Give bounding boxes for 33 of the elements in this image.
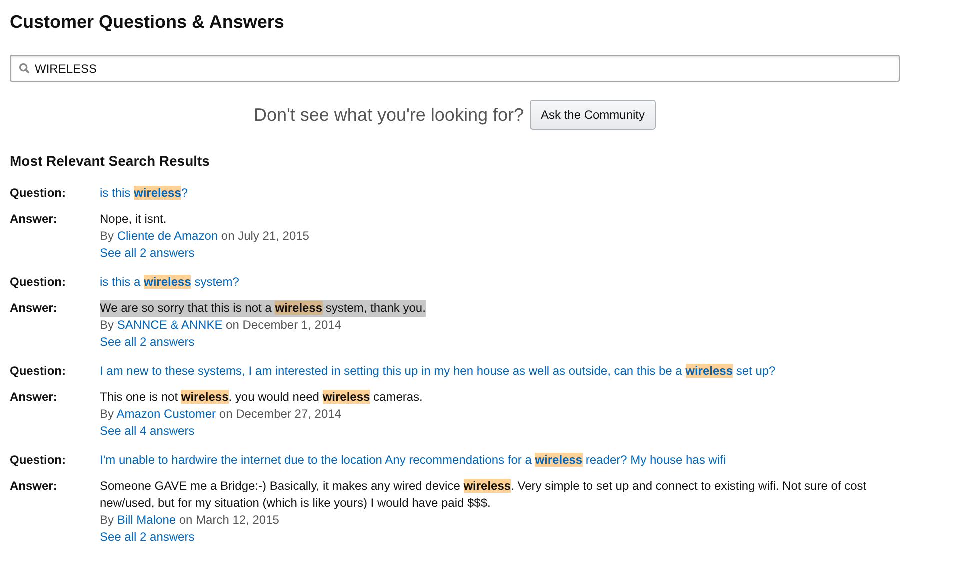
question-link[interactable]: is this a wireless system?	[100, 274, 240, 289]
author-link[interactable]: Bill Malone	[117, 512, 176, 527]
answer-label: Answer:	[10, 300, 58, 315]
search-field[interactable]: WIRELESS	[10, 55, 900, 82]
see-all-answers-link[interactable]: See all 2 answers	[100, 530, 195, 544]
question-link[interactable]: I am new to these systems, I am interested in setting this up in my hen house as well as outside, can this be a wireless set up?	[100, 364, 776, 378]
answer-label: Answer:	[10, 212, 58, 226]
answer-text: Nope, it isnt.	[100, 210, 167, 228]
byline: By SANNCE & ANNKE on December 1, 2014	[100, 318, 342, 332]
byline: By Bill Malone on March 12, 2015	[100, 512, 280, 527]
answer-text: This one is not wireless. you would need wireless cameras.	[100, 388, 423, 406]
answer-label: Answer:	[10, 390, 58, 404]
see-all-answers-link[interactable]: See all 2 answers	[100, 246, 195, 260]
question-link[interactable]: I'm unable to hardwire the internet due to the location Any recommendations for a wireless reader? My house has wifi	[100, 452, 726, 467]
answer-label: Answer:	[10, 478, 58, 493]
search-icon	[19, 63, 30, 74]
ask-community-button[interactable]: Ask the Community	[530, 100, 656, 130]
results-heading: Most Relevant Search Results	[10, 153, 211, 170]
author-link[interactable]: Cliente de Amazon	[117, 228, 218, 243]
page-title: Customer Questions & Answers	[10, 11, 286, 34]
question-label: Question:	[10, 274, 66, 289]
byline: By Amazon Customer on December 27, 2014	[100, 406, 342, 421]
author-link[interactable]: SANNCE & ANNKE	[117, 318, 223, 332]
question-label: Question:	[10, 364, 66, 378]
see-all-answers-link[interactable]: See all 2 answers	[100, 334, 195, 349]
question-label: Question:	[10, 186, 66, 200]
see-all-answers-link[interactable]: See all 4 answers	[100, 424, 195, 438]
byline: By Cliente de Amazon on July 21, 2015	[100, 228, 310, 243]
answer-text: We are so sorry that this is not a wireless system, thank you.	[100, 300, 426, 317]
question-label: Question:	[10, 452, 66, 467]
answer-text: Someone GAVE me a Bridge:-) Basically, it makes any wired device wireless. Very simple to set up and connect to existing wifi. Not sure of cost new/used, but for my situation (which is like yours) I would have paid $$$.	[100, 478, 868, 512]
author-link[interactable]: Amazon Customer	[116, 406, 216, 421]
prompt-text: Don't see what you're looking for?	[254, 104, 524, 127]
